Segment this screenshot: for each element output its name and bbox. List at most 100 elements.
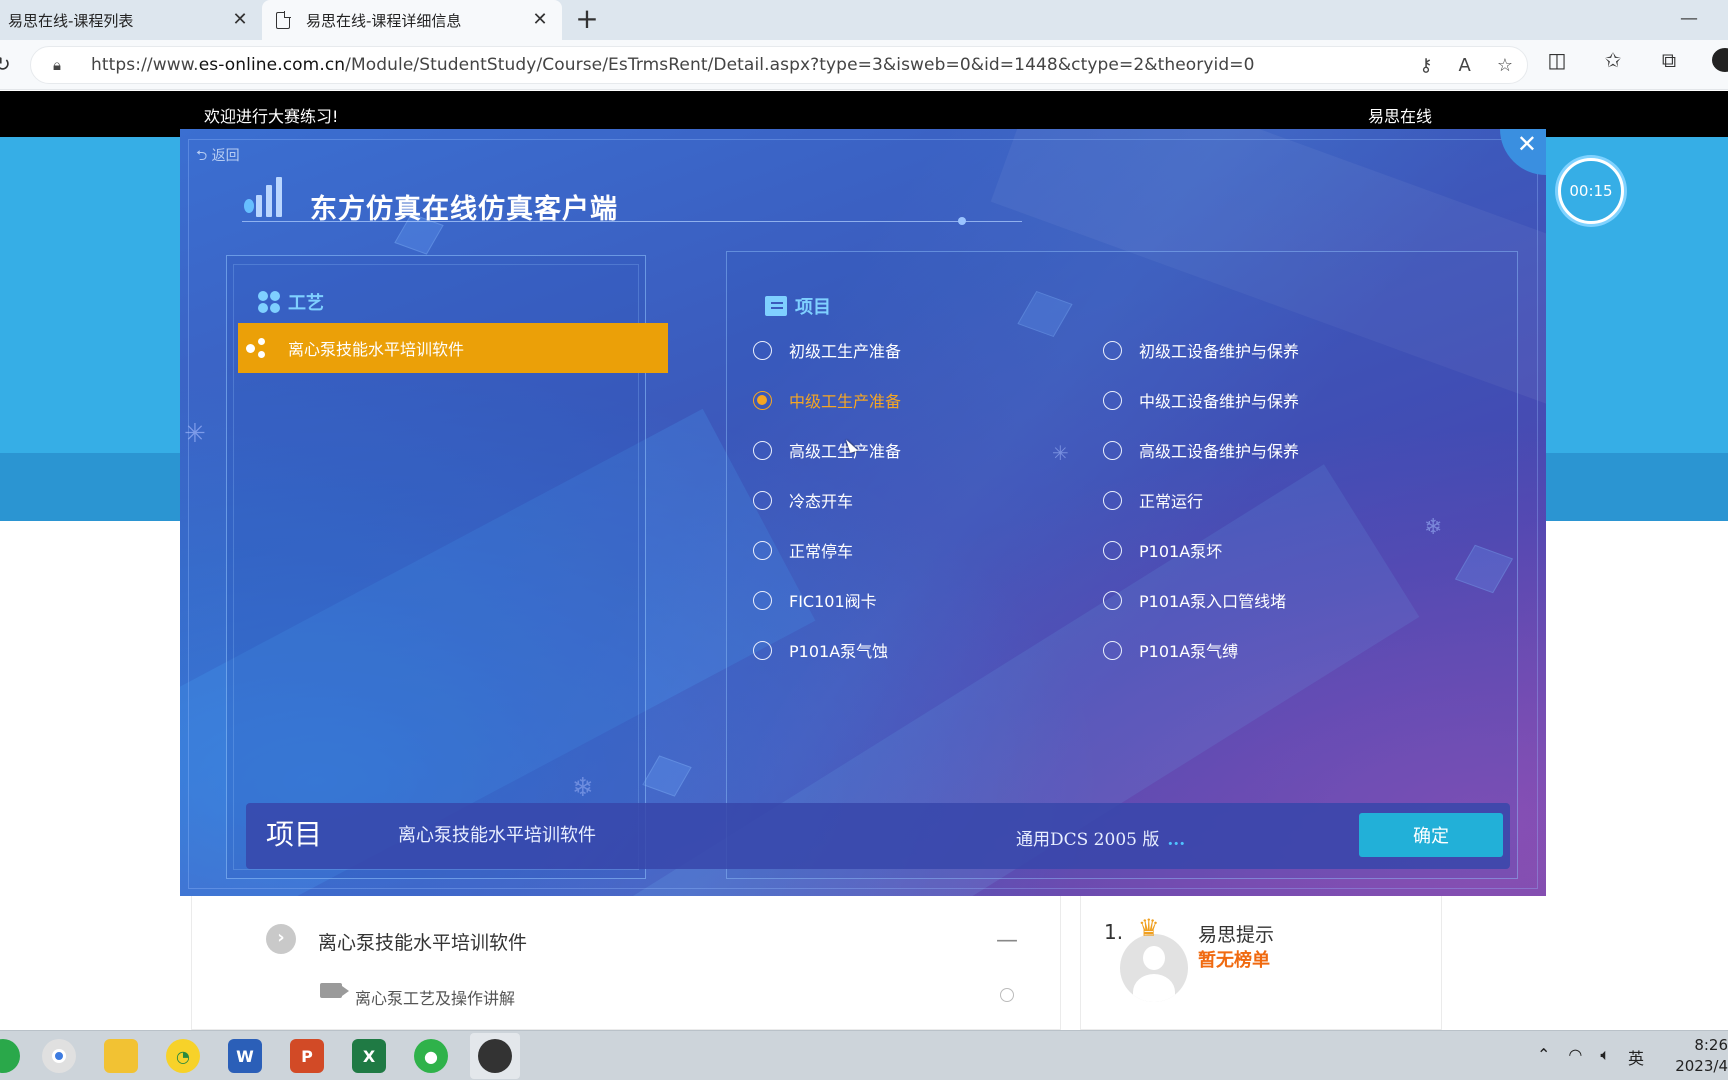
project-option-label: P101A泵气缚	[1139, 642, 1239, 661]
project-option[interactable]: 初级工生产准备	[753, 338, 901, 362]
collapse-button[interactable]: —	[996, 928, 1018, 953]
project-option-label: 高级工生产准备	[789, 442, 902, 461]
project-option[interactable]: P101A泵入口管线堵	[1103, 588, 1286, 612]
address-bar[interactable]: 🔒︎ https://www.es-online.com.cn/Module/S…	[30, 46, 1528, 84]
radio-button[interactable]	[753, 440, 772, 460]
radio-button[interactable]	[753, 540, 772, 560]
powerpoint-icon[interactable]: P	[290, 1039, 324, 1073]
project-option[interactable]: 中级工设备维护与保养	[1103, 388, 1299, 412]
key-icon[interactable]: ⚷	[1419, 55, 1432, 76]
radio-button-checked[interactable]	[753, 390, 772, 410]
radio-button[interactable]	[1103, 540, 1122, 560]
collections-icon[interactable]: ⧉	[1656, 48, 1682, 72]
project-option-label: P101A泵坏	[1139, 542, 1223, 561]
radio-button[interactable]	[1103, 490, 1122, 510]
project-option-label: 中级工生产准备	[789, 392, 902, 411]
refresh-icon[interactable]: ↻	[0, 52, 11, 76]
site-brand[interactable]: 易思在线	[1368, 103, 1432, 127]
windows-taskbar: ◔ W P X ● ⌃ ◠ 🔈︎ 英 8:26 2023/4	[0, 1030, 1728, 1080]
project-option-selected[interactable]: 中级工生产准备	[753, 388, 901, 412]
selected-software: 离心泵技能水平培训软件	[398, 825, 596, 846]
radio-button[interactable]	[1103, 590, 1122, 610]
chrome-icon[interactable]	[42, 1039, 76, 1073]
excel-icon[interactable]: X	[352, 1039, 386, 1073]
project-option[interactable]: 冷态开车	[753, 488, 853, 512]
project-option[interactable]: P101A泵气缚	[1103, 638, 1238, 662]
course-title[interactable]: 离心泵技能水平培训软件	[318, 928, 527, 955]
project-option-label: 初级工设备维护与保养	[1139, 342, 1300, 361]
back-link[interactable]: ⮌ 返回	[196, 145, 240, 169]
process-section-label: 工艺	[288, 293, 324, 314]
rank-number: 1.	[1104, 920, 1124, 944]
wifi-icon[interactable]: ◠	[1568, 1045, 1582, 1069]
input-method-indicator[interactable]: 英	[1628, 1045, 1644, 1069]
radio-button[interactable]	[753, 340, 772, 360]
project-section-label: 项目	[795, 297, 831, 318]
rank-name: 易思提示	[1198, 924, 1275, 946]
read-aloud-icon[interactable]: A	[1459, 55, 1471, 76]
chevron-right-icon[interactable]: ›	[266, 924, 296, 954]
radio-button[interactable]	[753, 590, 772, 610]
crown-icon: ♛	[1138, 914, 1160, 942]
radio-button[interactable]	[1103, 640, 1122, 660]
split-screen-icon[interactable]: ◫	[1544, 48, 1570, 72]
confirm-button[interactable]: 确定	[1359, 813, 1503, 857]
radio-button[interactable]	[753, 640, 772, 660]
simulation-client-dialog: ✳ ❄ ✳ ❄ ⮌ 返回 ✕ 东方仿真在线仿真客户端 工艺 离心泵技能水平培训软…	[180, 129, 1546, 896]
tab-course-list[interactable]: 易思在线-课程列表 ✕	[0, 0, 262, 40]
clock-date: 2023/4	[1675, 1057, 1728, 1075]
project-option-label: P101A泵气蚀	[789, 642, 889, 661]
close-tab-icon[interactable]: ✕	[530, 9, 550, 30]
project-option-label: 正常运行	[1139, 492, 1204, 511]
lock-icon[interactable]: 🔒︎	[53, 56, 83, 74]
process-item-selected[interactable]: 离心泵技能水平培训软件	[238, 323, 668, 373]
minimize-button[interactable]: —	[1680, 8, 1698, 29]
project-option-label: 冷态开车	[789, 492, 854, 511]
lesson-status-icon	[1000, 988, 1014, 1002]
radio-button[interactable]	[1103, 390, 1122, 410]
project-option-label: P101A泵入口管线堵	[1139, 592, 1287, 611]
clock-time: 8:26	[1694, 1036, 1728, 1054]
radio-button[interactable]	[1103, 340, 1122, 360]
simulation-app-icon[interactable]	[478, 1039, 512, 1073]
browser-tab-bar: 易思在线-课程列表 ✕ 易思在线-课程详细信息 ✕ + —	[0, 0, 1728, 40]
close-tab-icon[interactable]: ✕	[230, 9, 250, 30]
project-option[interactable]: 正常停车	[753, 538, 853, 562]
close-icon[interactable]: ✕	[1517, 130, 1537, 158]
chevron-up-icon[interactable]: ⌃	[1537, 1045, 1550, 1069]
folder-list-icon	[765, 296, 787, 316]
project-option[interactable]: 初级工设备维护与保养	[1103, 338, 1299, 362]
process-item-label: 离心泵技能水平培训软件	[288, 340, 465, 359]
url-text[interactable]: https://www.es-online.com.cn/Module/Stud…	[91, 55, 1255, 75]
system-tray: ⌃ ◠ 🔈︎ 英	[1537, 1045, 1644, 1069]
app-icon[interactable]: ◔	[166, 1039, 200, 1073]
project-option-label: FIC101阀卡	[789, 592, 877, 611]
edge-icon[interactable]	[0, 1039, 20, 1073]
project-option[interactable]: 正常运行	[1103, 488, 1203, 512]
volume-icon[interactable]: 🔈︎	[1600, 1045, 1610, 1069]
radio-button[interactable]	[753, 490, 772, 510]
profile-avatar[interactable]	[1712, 48, 1728, 72]
project-option[interactable]: P101A泵气蚀	[753, 638, 888, 662]
add-favorite-icon[interactable]: ☆	[1497, 55, 1513, 76]
lesson-title[interactable]: 离心泵工艺及操作讲解	[355, 985, 515, 1009]
clover-icon	[258, 291, 280, 313]
more-versions-button[interactable]: ...	[1167, 830, 1185, 850]
file-explorer-icon[interactable]	[104, 1039, 138, 1073]
word-icon[interactable]: W	[228, 1039, 262, 1073]
radio-button[interactable]	[1103, 440, 1122, 460]
project-section-heading: 项目	[765, 293, 831, 319]
rank-empty-text: 暂无榜单	[1198, 950, 1270, 971]
title-underline-dot	[958, 217, 966, 225]
new-tab-button[interactable]: +	[572, 4, 602, 34]
system-clock[interactable]: 8:26 2023/4	[1675, 1035, 1728, 1077]
project-option-label: 高级工设备维护与保养	[1139, 442, 1300, 461]
project-option[interactable]: 高级工生产准备	[753, 438, 901, 462]
process-section-heading: 工艺	[258, 289, 324, 315]
project-option[interactable]: P101A泵坏	[1103, 538, 1222, 562]
favorites-icon[interactable]: ✩	[1600, 48, 1626, 72]
tab-course-detail[interactable]: 易思在线-课程详细信息 ✕	[262, 0, 562, 40]
project-option[interactable]: 高级工设备维护与保养	[1103, 438, 1299, 462]
project-option[interactable]: FIC101阀卡	[753, 588, 877, 612]
wechat-icon[interactable]: ●	[414, 1039, 448, 1073]
